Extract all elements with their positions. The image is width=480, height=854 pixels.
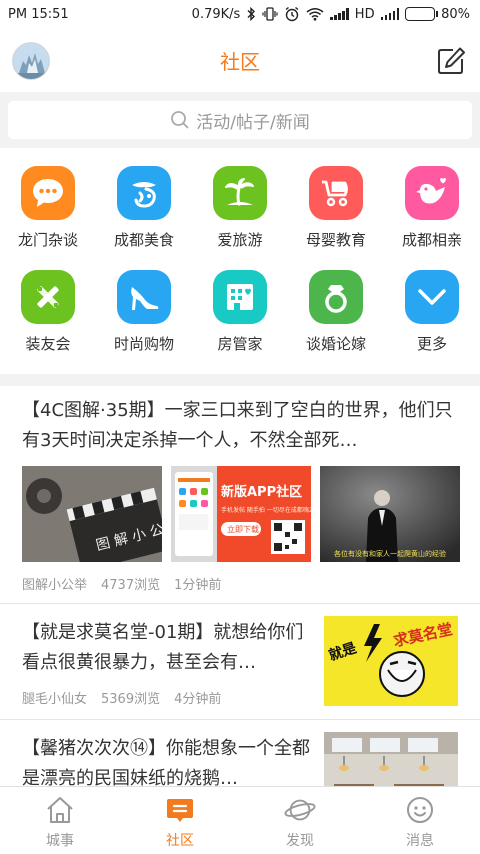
- tab-label: 发现: [286, 833, 314, 849]
- category-label: 母婴教育: [305, 231, 366, 249]
- ad-headline: 新版APP社区: [221, 484, 302, 500]
- bluetooth-icon: [247, 7, 256, 21]
- battery-icon: [405, 7, 439, 21]
- app-root: PM 15:51 0.79K/s HD 80% 社区 活动/帖子/新闻 龙门杂谈…: [0, 0, 480, 854]
- ad-download-button: 立即下载: [227, 524, 259, 534]
- chat-bubble-icon: [33, 179, 63, 207]
- category-dating[interactable]: 成都相亲: [384, 148, 480, 252]
- image-subtitle: 各位有没有和家人一起爬黄山的经验: [334, 549, 446, 558]
- meme-image: 就是 求莫名堂: [324, 616, 458, 706]
- avatar-image: [13, 43, 49, 79]
- signal-icon: [330, 8, 349, 20]
- compose-button[interactable]: [436, 46, 466, 76]
- post-author[interactable]: 腿毛小仙女: [22, 688, 87, 707]
- category-label: 更多: [416, 335, 447, 353]
- category-parenting[interactable]: 母婴教育: [288, 148, 384, 252]
- vibrate-icon: [262, 7, 278, 21]
- post-image-man[interactable]: 各位有没有和家人一起爬黄山的经验: [320, 466, 460, 562]
- category-label: 房管家: [217, 335, 263, 353]
- post-image-clapperboard[interactable]: 图 解 小 公: [22, 466, 162, 562]
- post-time: 1分钟前: [174, 578, 222, 593]
- edit-icon: [438, 47, 465, 74]
- post-author[interactable]: 图解小公举: [22, 574, 87, 593]
- home-icon: [47, 797, 73, 823]
- category-travel[interactable]: 爱旅游: [192, 148, 288, 252]
- status-time: PM 15:51: [8, 6, 69, 22]
- planet-icon: [284, 799, 316, 821]
- network-type: HD: [354, 6, 375, 22]
- tab-label: 城事: [46, 833, 74, 849]
- restaurant-photo-image: [324, 732, 458, 786]
- palm-tree-icon: [225, 178, 254, 206]
- category-longmen[interactable]: 龙门杂谈: [0, 148, 96, 252]
- category-label: 爱旅游: [217, 231, 263, 249]
- tab-label: 社区: [166, 833, 194, 849]
- post-title: 【就是求莫名堂-01期】就想给你们看点很黄很暴力，甚至会有…: [22, 622, 304, 673]
- search-icon: [171, 111, 189, 129]
- tab-community[interactable]: 社区: [120, 787, 240, 854]
- tab-messages[interactable]: 消息: [360, 787, 480, 854]
- post-title: 【4C图解·35期】一家三口来到了空白的世界，他们只有3天时间决定杀掉一个人，不…: [22, 400, 453, 451]
- clapperboard-image: 图 解 小 公: [22, 466, 162, 562]
- post-views: 4737浏览: [101, 578, 161, 593]
- status-bar: PM 15:51 0.79K/s HD 80%: [0, 0, 480, 28]
- category-label: 成都美食: [113, 231, 174, 249]
- category-more[interactable]: 更多: [384, 252, 480, 356]
- category-label: 成都相亲: [401, 231, 462, 249]
- post-image-app-ad[interactable]: 新版APP社区 手机发帖 随手拍 一切尽在成都嗨2.0 立即下载: [171, 466, 311, 562]
- category-shopping[interactable]: 时尚购物: [96, 252, 192, 356]
- post-card[interactable]: 【馨猪次次次⑭】你能想象一个全都是漂亮的民国妹纸的烧鹅…: [0, 720, 480, 786]
- search-placeholder: 活动/帖子/新闻: [196, 112, 310, 133]
- category-label: 装友会: [25, 335, 71, 353]
- user-avatar[interactable]: [12, 42, 50, 80]
- top-nav: 社区: [0, 28, 480, 92]
- app-ad-image: 新版APP社区 手机发帖 随手拍 一切尽在成都嗨2.0 立即下载: [171, 466, 311, 562]
- net-speed: 0.79K/s: [191, 6, 241, 22]
- page-title: 社区: [220, 49, 260, 74]
- post-meta: 腿毛小仙女 5369浏览 4分钟前: [22, 688, 221, 707]
- high-heel-icon: [131, 287, 159, 310]
- stroller-icon: [322, 180, 348, 207]
- ad-subline: 手机发帖 随手拍 一切尽在成都嗨2.0: [221, 506, 311, 514]
- post-image-meme[interactable]: 就是 求莫名堂: [324, 616, 458, 706]
- post-images: 图 解 小 公 新版APP社区 手机发帖 随手拍 一切尽在成都嗨2.0 立即下载…: [22, 466, 460, 562]
- category-food[interactable]: 成都美食: [96, 148, 192, 252]
- tab-city[interactable]: 城事: [0, 787, 120, 854]
- bottom-tab-bar: 城事 社区 发现 消息: [0, 786, 480, 854]
- post-card[interactable]: 【4C图解·35期】一家三口来到了空白的世界，他们只有3天时间决定杀掉一个人，不…: [0, 386, 480, 604]
- tab-label: 消息: [406, 833, 434, 849]
- category-label: 谈婚论嫁: [305, 335, 366, 353]
- category-wedding[interactable]: 谈婚论嫁: [288, 252, 384, 356]
- post-views: 5369浏览: [101, 692, 161, 707]
- signal-icon-2: [380, 8, 400, 20]
- food-icon: [132, 182, 156, 208]
- category-label: 龙门杂谈: [17, 231, 78, 249]
- post-title: 【馨猪次次次⑭】你能想象一个全都是漂亮的民国妹纸的烧鹅…: [22, 738, 310, 786]
- category-label: 时尚购物: [113, 335, 174, 353]
- category-housing[interactable]: 房管家: [192, 252, 288, 356]
- post-image-restaurant[interactable]: [324, 732, 458, 786]
- post-meta: 图解小公举 4737浏览 1分钟前: [22, 574, 221, 593]
- ring-icon: [325, 285, 347, 313]
- search-input[interactable]: 活动/帖子/新闻: [8, 101, 472, 139]
- wifi-icon: [306, 8, 324, 21]
- community-icon: [167, 799, 193, 822]
- man-photo-image: 各位有没有和家人一起爬黄山的经验: [320, 466, 460, 562]
- post-time: 4分钟前: [174, 692, 222, 707]
- building-heart-icon: [227, 284, 253, 310]
- category-grid: 龙门杂谈 成都美食 爱旅游 母婴教育 成都相亲 装友会 时尚购物 房管家 谈婚论…: [0, 148, 480, 374]
- section-divider: [0, 374, 480, 386]
- battery-text: 80%: [441, 6, 470, 22]
- tools-icon: [37, 286, 59, 308]
- post-card[interactable]: 【就是求莫名堂-01期】就想给你们看点很黄很暴力，甚至会有… 就是 求莫名堂 腿…: [0, 604, 480, 720]
- tab-discover[interactable]: 发现: [240, 787, 360, 854]
- alarm-icon: [285, 6, 299, 22]
- bird-heart-icon: [416, 178, 446, 204]
- smile-icon: [407, 797, 433, 823]
- post-feed: 【4C图解·35期】一家三口来到了空白的世界，他们只有3天时间决定杀掉一个人，不…: [0, 386, 480, 786]
- chevron-down-icon: [418, 289, 446, 305]
- category-decor[interactable]: 装友会: [0, 252, 96, 356]
